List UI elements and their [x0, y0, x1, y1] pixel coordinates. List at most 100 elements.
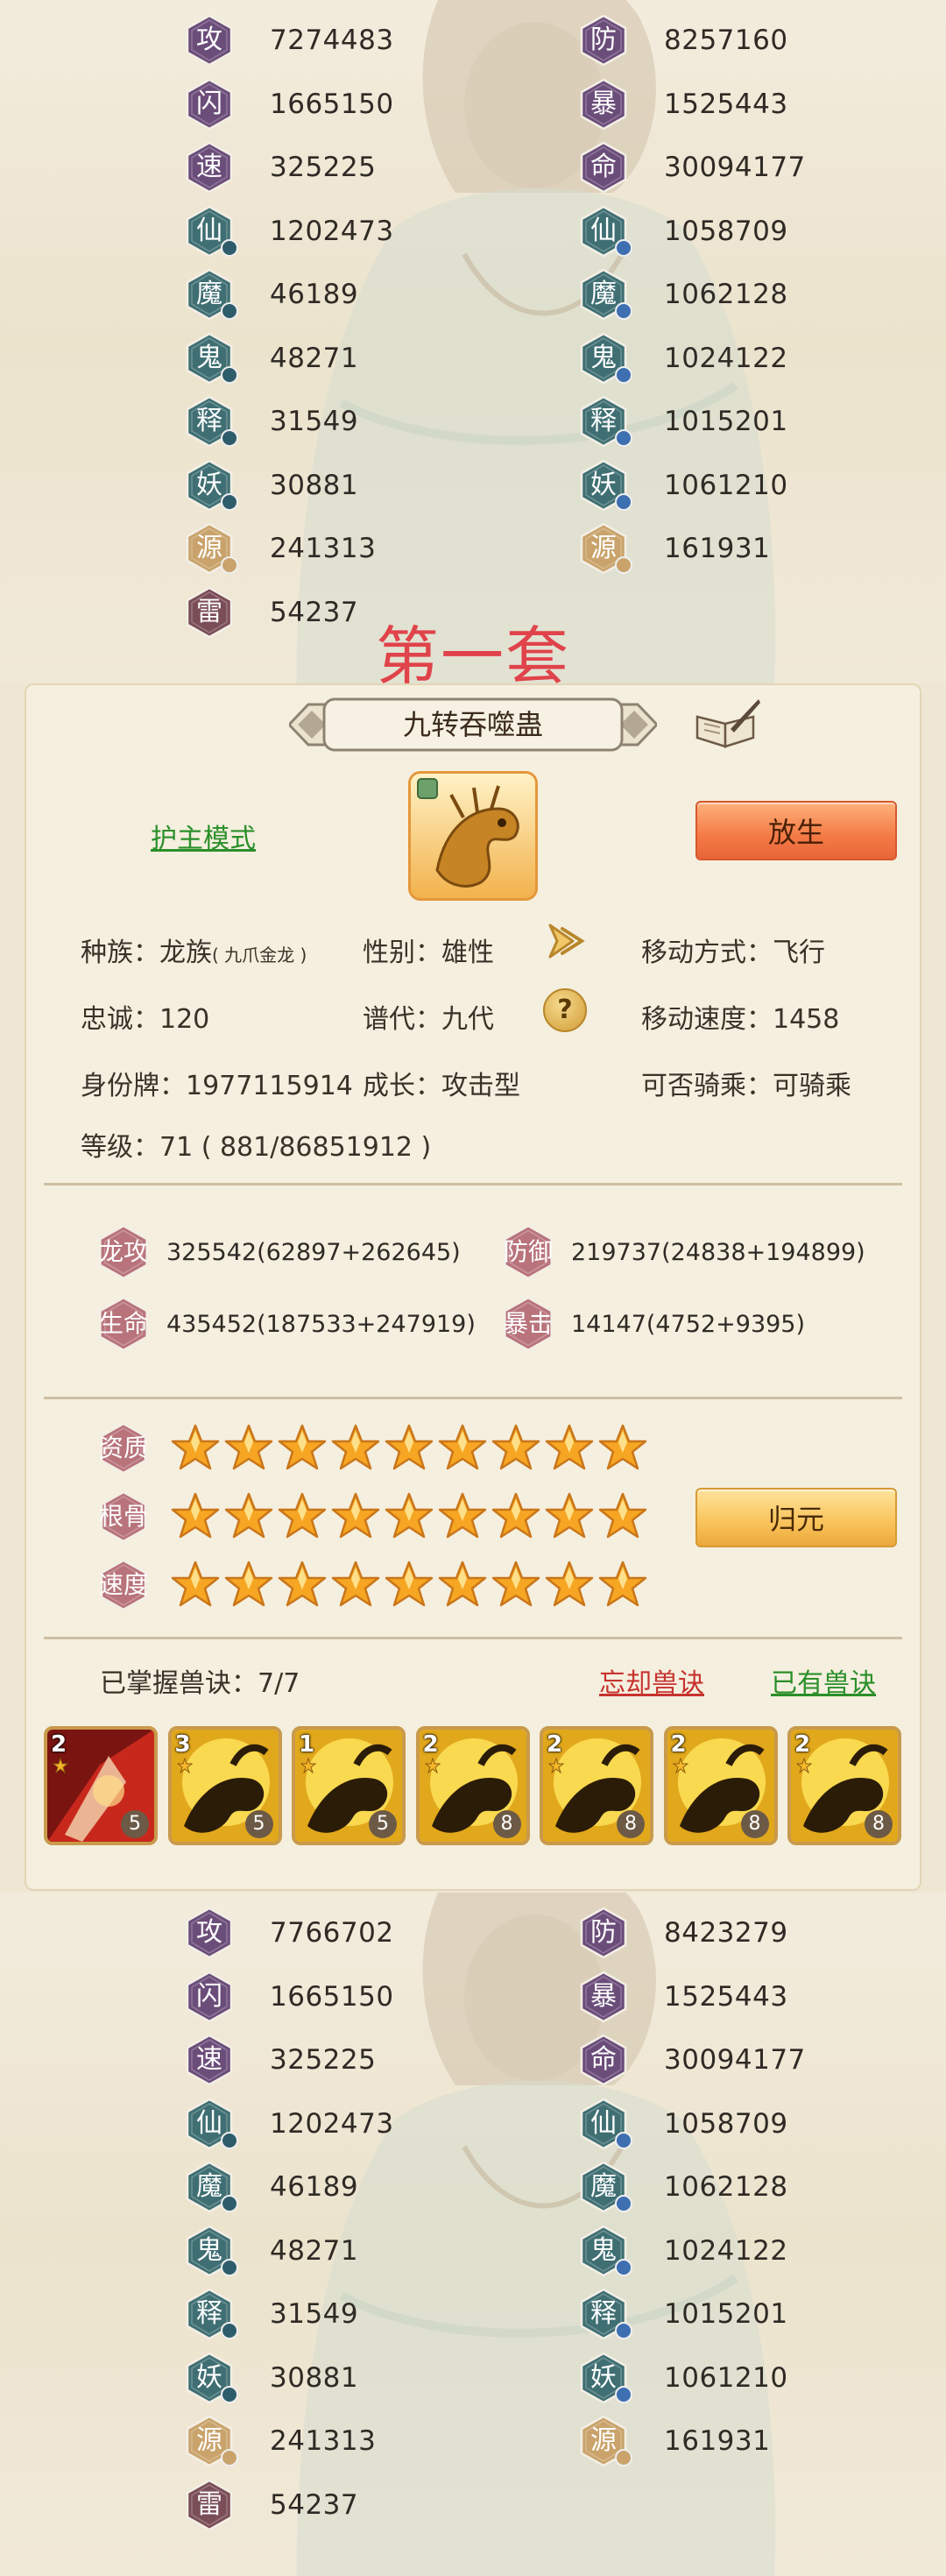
stat-row-right: 命 30094177 [578, 141, 806, 194]
stat-value: 30881 [270, 469, 359, 501]
stat-badge-icon[interactable]: 魔 [578, 2162, 632, 2212]
stat-badge-icon[interactable]: 源 [578, 523, 632, 574]
stat-badge-icon[interactable]: 妖 [578, 459, 632, 511]
stat-badge-icon[interactable]: 仙 [184, 2098, 238, 2149]
stat-badge-icon[interactable]: 魔 [184, 269, 238, 320]
stat-badge-icon[interactable]: 防 [578, 1907, 629, 1958]
skill-slot[interactable]: 15 [292, 1726, 406, 1845]
stat-marker-icon [615, 2449, 632, 2466]
stat-value: 54237 [270, 2488, 359, 2521]
stat-badge-icon[interactable]: 鬼 [184, 2225, 238, 2276]
stat-marker-icon [221, 2385, 238, 2403]
star-icon [597, 1423, 651, 1474]
stat-badge-icon[interactable]: 命 [578, 2035, 629, 2085]
id-tag-info: 身份牌：1977115914 [81, 1071, 353, 1101]
stat-value: 325225 [270, 2044, 377, 2076]
stat-value: 30881 [270, 2361, 359, 2394]
star-icon [597, 1491, 651, 1542]
stat-badge-icon[interactable]: 闪 [184, 78, 235, 130]
star-rating-row: 资质 [93, 1422, 651, 1475]
stat-badge-icon[interactable]: 释 [578, 2289, 632, 2339]
race-value: 龙族 [159, 938, 212, 968]
stat-badge-icon[interactable]: 仙 [184, 205, 238, 257]
skill-level: 2 [670, 1731, 687, 1758]
stat-marker-icon [615, 429, 632, 447]
stat-badge-icon[interactable]: 仙 [578, 205, 632, 257]
stat-value: 1202473 [270, 2107, 394, 2140]
stat-marker-icon [221, 429, 238, 447]
stat-row-left: 源 241313 [184, 522, 376, 575]
skill-slot[interactable]: 28 [540, 1726, 653, 1845]
star-rating-row: 速度 [93, 1559, 651, 1611]
stat-badge-icon[interactable]: 妖 [184, 2352, 238, 2403]
stat-badge-char: 攻 [196, 1917, 222, 1948]
stat-row-right: 鬼 1024122 [578, 332, 788, 385]
stat-badge-icon[interactable]: 命 [578, 142, 629, 193]
stat-marker-icon [615, 2385, 632, 2403]
stat-value: 1665150 [270, 1980, 394, 2013]
skill-count: 8 [740, 1810, 769, 1838]
stat-row-left: 闪 1665150 [184, 1971, 394, 2023]
stat-badge-icon[interactable]: 魔 [184, 2162, 238, 2212]
stat-badge-icon[interactable]: 暴 [578, 78, 629, 130]
skill-level: 2 [547, 1731, 563, 1758]
attribute-badge-icon: 防御 [498, 1224, 559, 1280]
skill-slot[interactable]: 28 [787, 1726, 901, 1845]
stat-value: 46189 [270, 279, 359, 310]
star-icon [437, 1491, 491, 1542]
forget-skill-link[interactable]: 忘却兽诀 [599, 1661, 704, 1700]
stat-row-right: 防 8423279 [578, 1907, 788, 1959]
stat-row-right: 魔 1062128 [578, 268, 788, 321]
stat-row-left: 雷 54237 [184, 2479, 358, 2531]
stat-badge-icon[interactable]: 妖 [184, 459, 238, 511]
stat-badge-icon[interactable]: 释 [184, 2289, 238, 2339]
stat-marker-icon [615, 556, 632, 574]
skill-slot[interactable]: 35 [167, 1726, 282, 1845]
stat-badge-icon[interactable]: 闪 [184, 1971, 235, 2022]
race-label: 种族： [81, 938, 159, 968]
release-button[interactable]: 放生 [695, 801, 897, 860]
star-icon [384, 1491, 437, 1542]
owned-skills-link[interactable]: 已有兽诀 [771, 1661, 876, 1700]
stat-badge-icon[interactable]: 攻 [184, 15, 235, 66]
pet-portrait[interactable] [408, 771, 538, 901]
stat-badge-icon[interactable]: 源 [578, 2416, 632, 2466]
stat-badge-icon[interactable]: 源 [184, 2416, 238, 2466]
stat-badge-icon[interactable]: 妖 [578, 2352, 632, 2403]
stat-badge-icon[interactable]: 释 [184, 396, 238, 447]
stat-badge-icon[interactable]: 释 [578, 396, 632, 447]
stat-badge-icon[interactable]: 速 [184, 2035, 235, 2085]
stat-badge-icon[interactable]: 防 [578, 15, 629, 66]
stat-row-right: 源 161931 [578, 2415, 770, 2467]
stat-row-left: 速 325225 [184, 141, 376, 194]
stat-badge-icon[interactable]: 鬼 [184, 332, 238, 384]
skill-slot[interactable]: 28 [663, 1726, 778, 1845]
skill-slot[interactable]: 25 [44, 1726, 158, 1845]
guard-mode-link[interactable]: 护主模式 [151, 817, 256, 855]
stat-badge-icon[interactable]: 速 [184, 142, 235, 193]
stat-value: 1015201 [664, 406, 788, 437]
book-quill-icon[interactable] [692, 697, 762, 750]
stat-badge-char: 命 [590, 152, 617, 182]
stat-badge-icon[interactable]: 源 [184, 523, 238, 574]
star-icon [491, 1560, 544, 1610]
rating-badge-icon: 资质 [93, 1422, 154, 1475]
star-icon [277, 1560, 330, 1610]
stat-row-right: 鬼 1024122 [578, 2225, 788, 2277]
help-icon[interactable]: ? [543, 988, 587, 1032]
stat-badge-icon[interactable]: 鬼 [578, 332, 632, 384]
attribute-value: 219737(24838+194899) [571, 1238, 865, 1266]
stat-badge-icon[interactable]: 仙 [578, 2098, 632, 2149]
return-origin-button[interactable]: 归元 [695, 1488, 897, 1547]
stat-badge-icon[interactable]: 暴 [578, 1971, 629, 2022]
stat-row-left: 释 31549 [184, 395, 358, 448]
skill-slot[interactable]: 28 [415, 1726, 530, 1845]
stat-badge-char: 速 [196, 2044, 222, 2075]
stat-marker-icon [221, 556, 238, 574]
stat-badge-icon[interactable]: 魔 [578, 269, 632, 320]
stat-badge-icon[interactable]: 鬼 [578, 2225, 632, 2276]
stat-badge-icon[interactable]: 雷 [184, 2479, 235, 2530]
stat-badge-char: 闪 [196, 88, 222, 119]
stat-badge-icon[interactable]: 攻 [184, 1907, 235, 1958]
arrow-right-icon[interactable] [543, 920, 587, 962]
